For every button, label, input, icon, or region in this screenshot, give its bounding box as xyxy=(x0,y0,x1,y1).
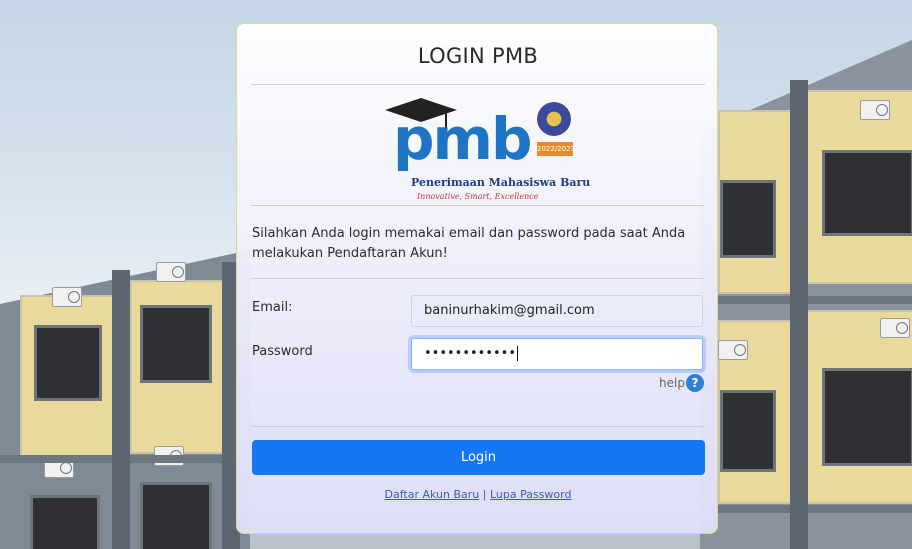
divider xyxy=(251,205,705,206)
window xyxy=(140,482,212,549)
password-value: •••••••••••• xyxy=(424,346,517,361)
window xyxy=(822,150,912,236)
divider xyxy=(251,426,705,427)
login-instruction: Silahkan Anda login memakai email dan pa… xyxy=(252,226,686,261)
floor-band xyxy=(718,296,912,304)
login-button[interactable]: Login xyxy=(252,440,705,475)
ac-unit xyxy=(860,100,890,120)
pmb-logo: pmb 2022/2023 Penerimaan Mahasiswa Baru … xyxy=(383,96,590,208)
logo-subtitle: Penerimaan Mahasiswa Baru xyxy=(411,176,591,189)
register-link[interactable]: Daftar Akun Baru xyxy=(385,488,480,501)
ac-unit xyxy=(156,262,186,282)
window xyxy=(720,180,776,258)
window xyxy=(822,368,912,466)
link-separator: | xyxy=(482,488,487,501)
email-value: baninurhakim@gmail.com xyxy=(424,303,595,318)
university-seal-icon xyxy=(537,102,571,136)
text-caret xyxy=(517,346,519,361)
window xyxy=(30,495,100,549)
forgot-password-link[interactable]: Lupa Password xyxy=(490,488,572,501)
divider xyxy=(251,84,705,85)
divider xyxy=(251,278,705,279)
window xyxy=(140,305,212,383)
ac-unit xyxy=(880,318,910,338)
password-label: Password xyxy=(252,344,313,359)
email-label: Email: xyxy=(252,300,293,315)
window xyxy=(34,325,102,401)
help-icon[interactable]: ? xyxy=(686,374,704,392)
logo-tagline: Innovative, Smart, Excellence xyxy=(417,192,539,201)
email-field[interactable]: baninurhakim@gmail.com xyxy=(411,295,703,327)
help-link[interactable]: help xyxy=(659,376,685,390)
password-field[interactable]: •••••••••••• xyxy=(411,338,703,370)
window xyxy=(720,390,776,472)
login-card: LOGIN PMB pmb 2022/2023 Penerimaan Mahas… xyxy=(236,23,718,534)
auth-links: Daftar Akun Baru | Lupa Password xyxy=(237,488,719,501)
page-title: LOGIN PMB xyxy=(417,44,539,68)
pillar xyxy=(112,270,130,549)
floor-band xyxy=(718,505,912,513)
logo-wordmark: pmb xyxy=(393,105,532,173)
logo-year-badge: 2022/2023 xyxy=(537,142,575,156)
ac-unit xyxy=(718,340,748,360)
ac-unit xyxy=(52,287,82,307)
pillar xyxy=(790,80,808,549)
